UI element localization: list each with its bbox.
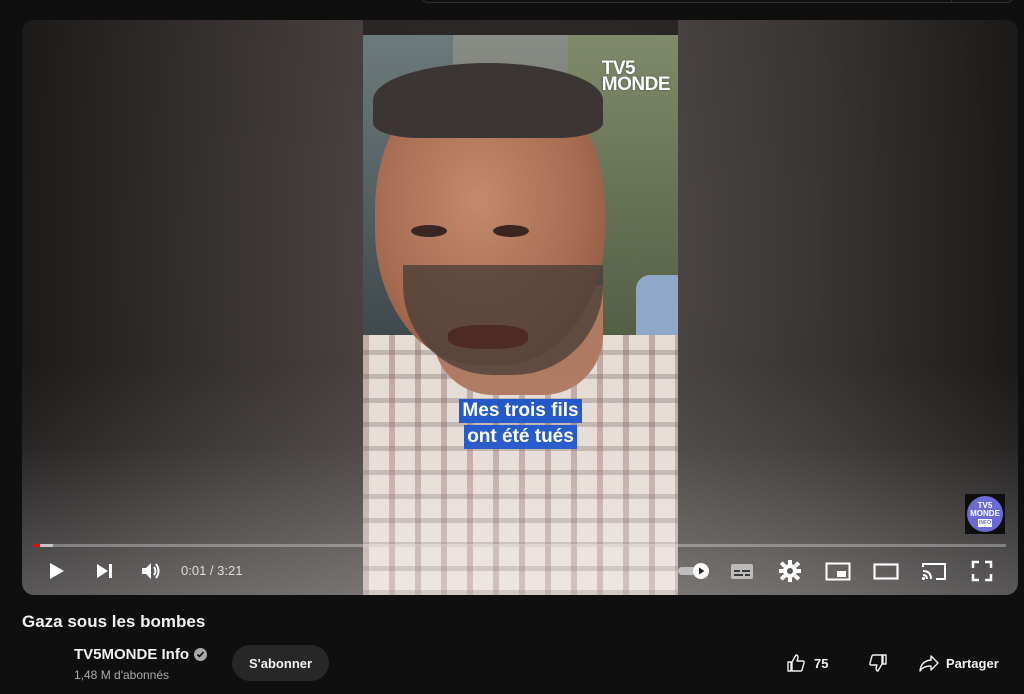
- time-display: 0:01 / 3:21: [181, 563, 242, 578]
- verified-icon: [194, 648, 207, 661]
- time-separator: /: [206, 563, 218, 578]
- next-button[interactable]: [90, 558, 118, 584]
- subscriber-count: 1,48 M d'abonnés: [74, 668, 170, 682]
- subtitle-line-2: ont été tués: [464, 425, 577, 449]
- thumbs-up-icon: [787, 654, 805, 672]
- video-blur-left: [22, 20, 363, 595]
- fullscreen-button[interactable]: [968, 558, 996, 584]
- channel-name: TV5MONDE Info: [74, 646, 189, 663]
- channel-watermark-badge[interactable]: TV5 MONDE INFO: [965, 494, 1005, 534]
- volume-button[interactable]: [137, 558, 165, 584]
- next-icon: [97, 564, 112, 578]
- play-icon: [50, 563, 64, 579]
- subtitle-line-1: Mes trois fils: [459, 399, 582, 423]
- tv5monde-watermark: TV5 MONDE: [601, 59, 671, 95]
- settings-button[interactable]: [776, 558, 804, 584]
- cast-icon: [922, 563, 946, 580]
- like-button[interactable]: 75: [774, 645, 856, 681]
- theater-mode-button[interactable]: [872, 558, 900, 584]
- channel-name-link[interactable]: TV5MONDE Info: [74, 646, 207, 663]
- badge-line2: MONDE: [970, 508, 1000, 518]
- like-count: 75: [814, 655, 829, 671]
- subscribe-button[interactable]: S'abonner: [232, 645, 330, 681]
- autoplay-toggle[interactable]: [677, 558, 711, 584]
- share-label: Partager: [946, 655, 999, 671]
- share-button[interactable]: Partager: [908, 645, 1009, 681]
- badge-tiny: INFO: [978, 518, 992, 527]
- video-frame[interactable]: TV5 MONDE Mes trois fils ont été tués: [363, 35, 678, 595]
- subtitles-button[interactable]: [728, 558, 756, 584]
- current-time: 0:01: [181, 563, 207, 578]
- play-button[interactable]: [42, 558, 70, 584]
- progress-bar[interactable]: [34, 544, 1006, 547]
- share-icon: [919, 655, 939, 672]
- watermark-line2: MONDE: [601, 74, 671, 95]
- miniplayer-icon: [825, 562, 851, 581]
- man-eye-left: [411, 225, 447, 237]
- subtitles-icon: [731, 564, 753, 579]
- man-hair: [373, 63, 603, 138]
- search-divider: [951, 0, 952, 2]
- player-controls: 0:01 / 3:21: [22, 550, 1018, 590]
- man-mouth: [448, 325, 528, 349]
- channel-avatar[interactable]: [22, 644, 62, 684]
- search-bar-edge[interactable]: [420, 0, 1015, 3]
- fullscreen-icon: [971, 560, 993, 582]
- man-eye-right: [493, 225, 529, 237]
- theater-mode-icon: [873, 563, 899, 580]
- settings-icon: [779, 560, 801, 582]
- badge-logo: TV5 MONDE INFO: [967, 496, 1003, 532]
- progress-played: [34, 544, 40, 547]
- like-dislike-group: 75: [774, 645, 902, 681]
- thumbs-down-icon: [869, 654, 887, 672]
- autoplay-toggle-icon: [678, 563, 709, 579]
- subtitles: Mes trois fils ont été tués: [363, 398, 678, 450]
- volume-icon: [142, 563, 160, 579]
- dislike-button[interactable]: [858, 645, 898, 681]
- miniplayer-button[interactable]: [824, 558, 852, 584]
- cast-button[interactable]: [920, 558, 948, 584]
- duration: 3:21: [217, 563, 243, 578]
- video-player[interactable]: TV5 MONDE Mes trois fils ont été tués TV…: [22, 20, 1018, 595]
- video-title: Gaza sous les bombes: [22, 612, 206, 631]
